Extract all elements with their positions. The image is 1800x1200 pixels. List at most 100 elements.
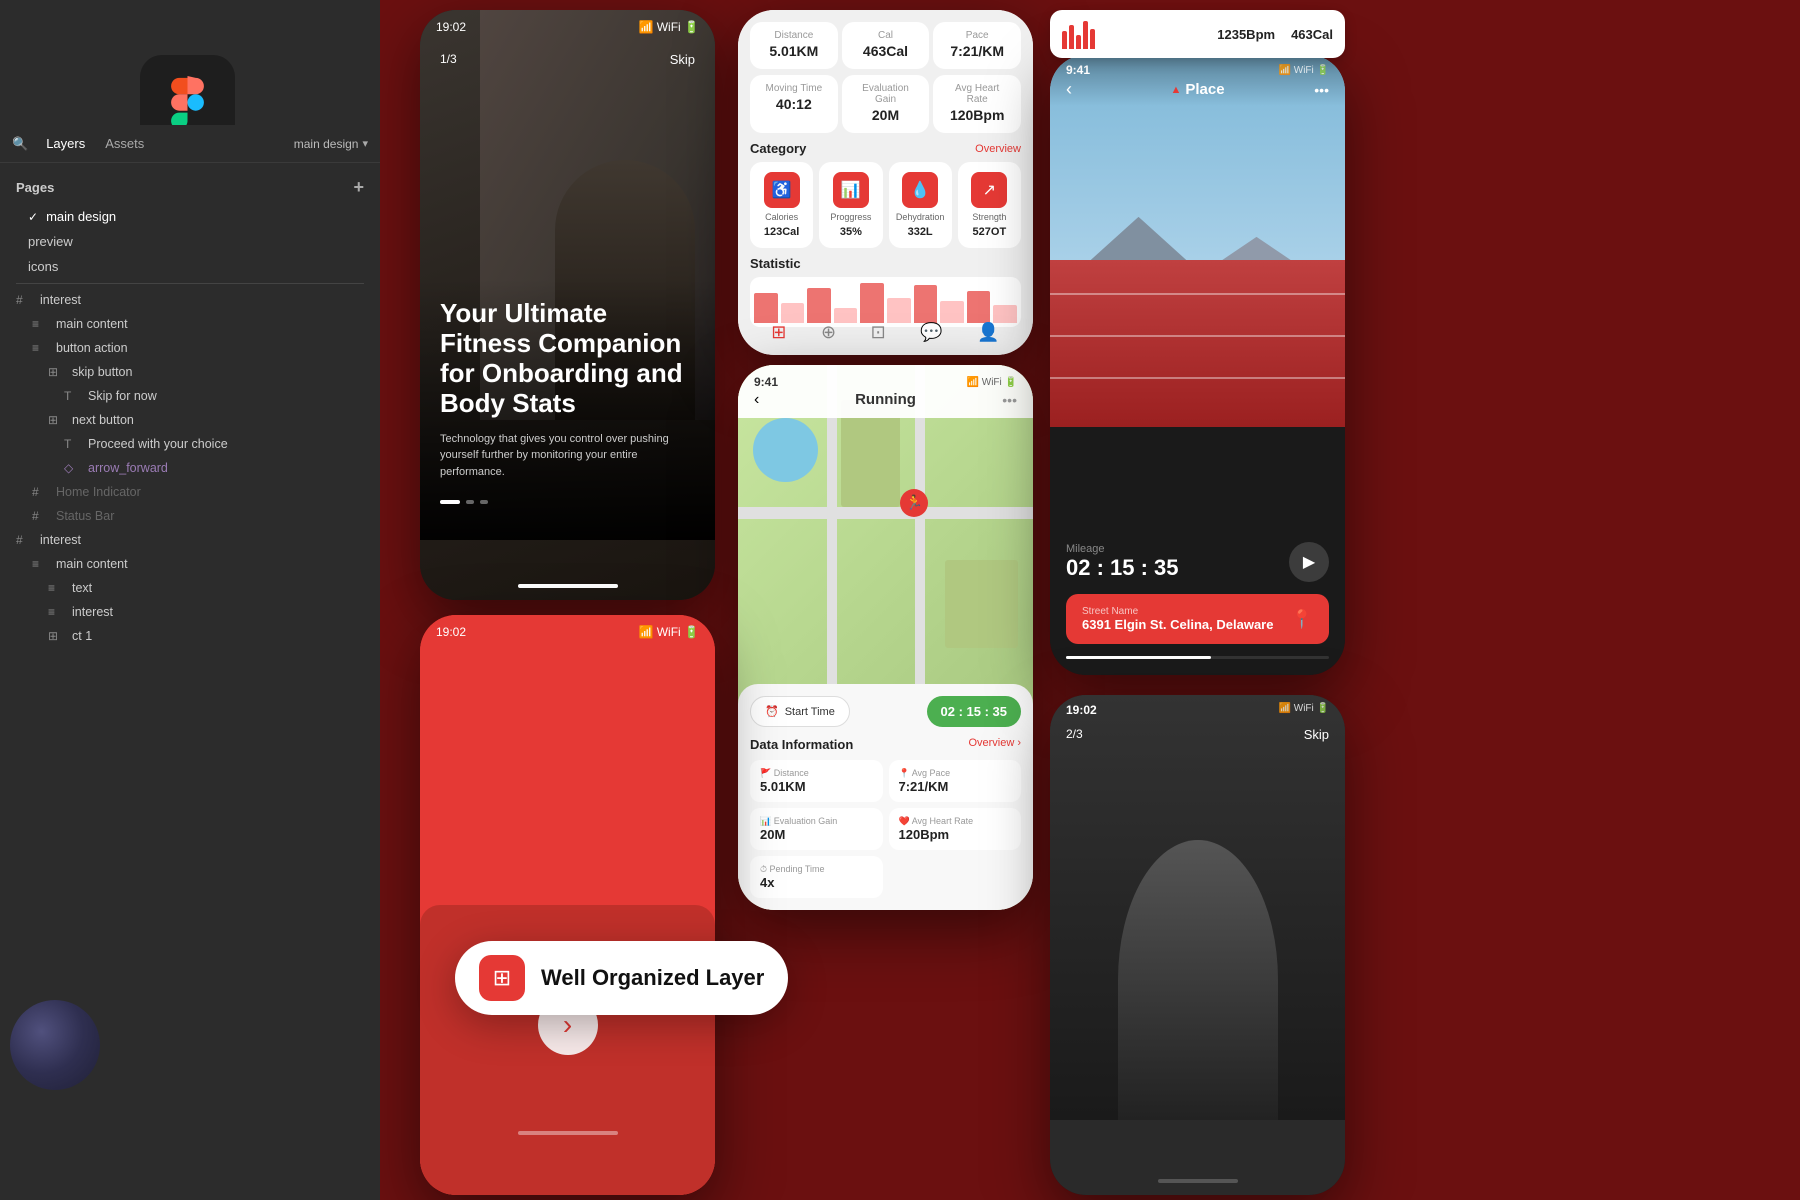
map-road-vertical	[827, 365, 837, 719]
layer-name: Status Bar	[56, 509, 114, 523]
skip-button[interactable]: Skip	[1304, 727, 1329, 742]
page-name: main design	[46, 209, 116, 224]
data-grid: 🚩 Distance 5.01KM 📍 Avg Pace 7:21/KM 📊 E…	[750, 760, 1021, 898]
layer-item[interactable]: ⊞ next button	[0, 408, 380, 432]
place-icon: ▲	[1170, 84, 1181, 96]
nav-grid-icon[interactable]: ⊞	[771, 322, 786, 343]
status-time: 19:02	[1066, 703, 1097, 717]
place-header: 9:41 📶 WiFi 🔋 ‹ ▲ Place •••	[1050, 55, 1345, 106]
progress-fill	[1066, 656, 1211, 659]
nav-chat-icon[interactable]: 💬	[920, 322, 942, 343]
layer-item[interactable]: # interest	[0, 288, 380, 312]
divider	[16, 283, 364, 284]
layer-name: Home Indicator	[56, 485, 141, 499]
layer-item[interactable]: T Proceed with your choice	[0, 432, 380, 456]
status-time: 19:02	[436, 20, 466, 34]
mileage-time: 02 : 15 : 35	[1066, 555, 1179, 581]
back-button[interactable]: ‹	[754, 391, 759, 409]
data-bottom: ⏰ Start Time 02 : 15 : 35 Data Informati…	[738, 684, 1033, 910]
layer-item[interactable]: ◇ arrow_forward	[0, 456, 380, 480]
page-icons[interactable]: icons	[0, 254, 380, 279]
video-bg	[1050, 695, 1345, 1120]
phone1-skip-button[interactable]: Skip	[670, 52, 695, 67]
nav-plus-icon[interactable]: ⊕	[821, 322, 836, 343]
status-time: 19:02	[436, 625, 466, 639]
strength-icon: ↗	[971, 172, 1007, 208]
layer-name: interest	[40, 533, 81, 547]
stat-pace: Pace 7:21/KM	[933, 22, 1021, 69]
toast-well-organized: ⊞ Well Organized Layer	[455, 941, 788, 1015]
search-icon[interactable]: 🔍	[12, 136, 28, 152]
layer-item[interactable]: ≡ text	[0, 576, 380, 600]
tab-layers[interactable]: Layers	[36, 132, 95, 155]
layer-item[interactable]: ≡ main content	[0, 552, 380, 576]
cat-strength: ↗ Strength 527OT	[958, 162, 1021, 248]
more-button[interactable]: •••	[1002, 392, 1017, 408]
layer-item[interactable]: # Home Indicator	[0, 480, 380, 504]
layer-item[interactable]: ≡ button action	[0, 336, 380, 360]
chart-bar	[1062, 31, 1067, 49]
add-page-button[interactable]: +	[353, 177, 364, 198]
figma-sidebar: 🔍 Layers Assets main design ▾ Pages + ✓ …	[0, 0, 380, 1200]
progress-bar	[1066, 656, 1329, 659]
stat-eval: Evaluation Gain 20M	[842, 75, 930, 133]
layer-item[interactable]: T Skip for now	[0, 384, 380, 408]
location-pin-icon: 📍	[1291, 609, 1313, 630]
page-preview[interactable]: preview	[0, 229, 380, 254]
map-road-vertical	[915, 365, 925, 719]
map-header: 9:41 📶 WiFi 🔋 ‹ Running •••	[738, 365, 1033, 418]
phone1-status-bar: 19:02 📶 WiFi 🔋	[420, 20, 715, 34]
layer-item[interactable]: # Status Bar	[0, 504, 380, 528]
phone-place: 9:41 📶 WiFi 🔋 ‹ ▲ Place ••• Mileage 0	[1050, 55, 1345, 675]
start-time-button[interactable]: ⏰ Start Time	[750, 696, 850, 727]
hash-icon: #	[32, 485, 48, 499]
layer-item[interactable]: ⊞ ct 1	[0, 624, 380, 648]
home-indicator	[518, 1131, 618, 1135]
layer-name: text	[72, 581, 92, 595]
layer-item[interactable]: ⊞ skip button	[0, 360, 380, 384]
layer-item[interactable]: # interest	[0, 528, 380, 552]
signal-icons: 📶 WiFi 🔋	[1279, 703, 1329, 717]
hash-icon: #	[16, 293, 32, 307]
map-area: 🏃 9:41 📶 WiFi 🔋 ‹ Running •••	[738, 365, 1033, 719]
data-distance: 🚩 Distance 5.01KM	[750, 760, 883, 802]
breadcrumb: main design	[294, 137, 359, 151]
dot-inactive	[466, 500, 474, 504]
data-info-header: Data Information Overview ›	[750, 737, 1021, 752]
tab-assets[interactable]: Assets	[95, 132, 154, 155]
phone-stats: Distance 5.01KM Cal 463Cal Pace 7:21/KM …	[738, 10, 1033, 355]
widget-stats: 1235Bpm 463Cal	[1217, 27, 1333, 42]
data-pending: ⏱ Pending Time 4x	[750, 856, 883, 898]
progress-icon: 📊	[833, 172, 869, 208]
widget-bpm: 1235Bpm	[1217, 27, 1275, 42]
page-main-design[interactable]: ✓ main design	[0, 204, 380, 229]
phone5-status-bar: 19:02 📶 WiFi 🔋	[436, 625, 699, 639]
track-line	[1050, 335, 1345, 337]
layer-item[interactable]: ≡ main content	[0, 312, 380, 336]
phone6-header: 19:02 📶 WiFi 🔋	[1066, 703, 1329, 717]
phone1-subtitle: Technology that gives you control over p…	[440, 431, 695, 481]
track-line	[1050, 377, 1345, 379]
bottom-nav: ⊞ ⊕ ⊡ 💬 👤	[738, 318, 1033, 347]
nav-scan-icon[interactable]: ⊡	[871, 322, 886, 343]
status-icons: 📶 WiFi 🔋	[638, 625, 699, 639]
time-row: ⏰ Start Time 02 : 15 : 35	[750, 696, 1021, 727]
layer-item[interactable]: ≡ interest	[0, 600, 380, 624]
back-button[interactable]: ‹	[1066, 79, 1072, 100]
overview-link[interactable]: Overview ›	[968, 737, 1021, 752]
data-heart: ❤️ Avg Heart Rate 120Bpm	[889, 808, 1022, 850]
nav-user-icon[interactable]: 👤	[977, 322, 999, 343]
stat-moving-time: Moving Time 40:12	[750, 75, 838, 133]
statistic-header: Statistic	[750, 256, 1021, 271]
status-time: 9:41	[1066, 63, 1090, 77]
phone1-title: Your Ultimate Fitness Companion for Onbo…	[440, 299, 695, 419]
track-image: 9:41 📶 WiFi 🔋 ‹ ▲ Place •••	[1050, 55, 1345, 427]
toast-icon: ⊞	[479, 955, 525, 1001]
clock-icon: ⏰	[765, 705, 779, 718]
chevron-down-icon: ▾	[362, 137, 368, 150]
stat-distance: Distance 5.01KM	[750, 22, 838, 69]
play-button[interactable]: ▶	[1289, 542, 1329, 582]
phone-running-map: 🏃 9:41 📶 WiFi 🔋 ‹ Running ••• ⏰ Start T	[738, 365, 1033, 910]
component-icon: ⊞	[48, 629, 64, 643]
more-button[interactable]: •••	[1314, 82, 1329, 98]
